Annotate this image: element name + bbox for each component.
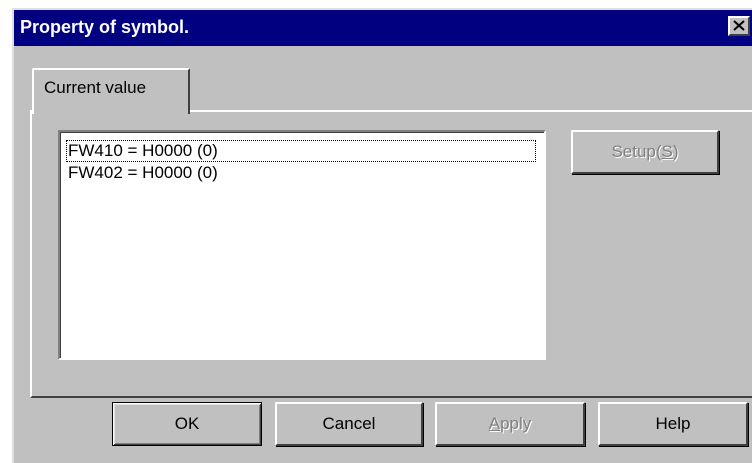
apply-button-label: Apply <box>488 414 532 433</box>
setup-button-label: Setup(S) <box>611 142 679 161</box>
ok-button-label: OK <box>174 414 200 433</box>
apply-button[interactable]: Apply <box>435 402 585 446</box>
tab-label: Current value <box>44 78 147 97</box>
help-button[interactable]: Help <box>598 402 748 446</box>
cancel-button[interactable]: Cancel <box>275 402 423 446</box>
close-icon <box>733 20 745 31</box>
list-item[interactable]: FW402 = H0000 (0) <box>66 162 536 184</box>
list-item[interactable]: FW410 = H0000 (0) <box>66 140 536 162</box>
property-dialog: Property of symbol. Current value FW410 … <box>12 8 752 463</box>
window-title: Property of symbol. <box>20 17 190 37</box>
title-bar[interactable]: Property of symbol. <box>14 10 752 46</box>
cancel-button-label: Cancel <box>322 414 376 433</box>
value-listbox[interactable]: FW410 = H0000 (0) FW402 = H0000 (0) <box>58 130 546 360</box>
help-button-label: Help <box>655 414 691 433</box>
ok-button[interactable]: OK <box>112 402 262 446</box>
tab-current-value[interactable]: Current value <box>32 68 190 114</box>
close-button[interactable] <box>728 16 750 36</box>
setup-button[interactable]: Setup(S) <box>571 130 719 174</box>
